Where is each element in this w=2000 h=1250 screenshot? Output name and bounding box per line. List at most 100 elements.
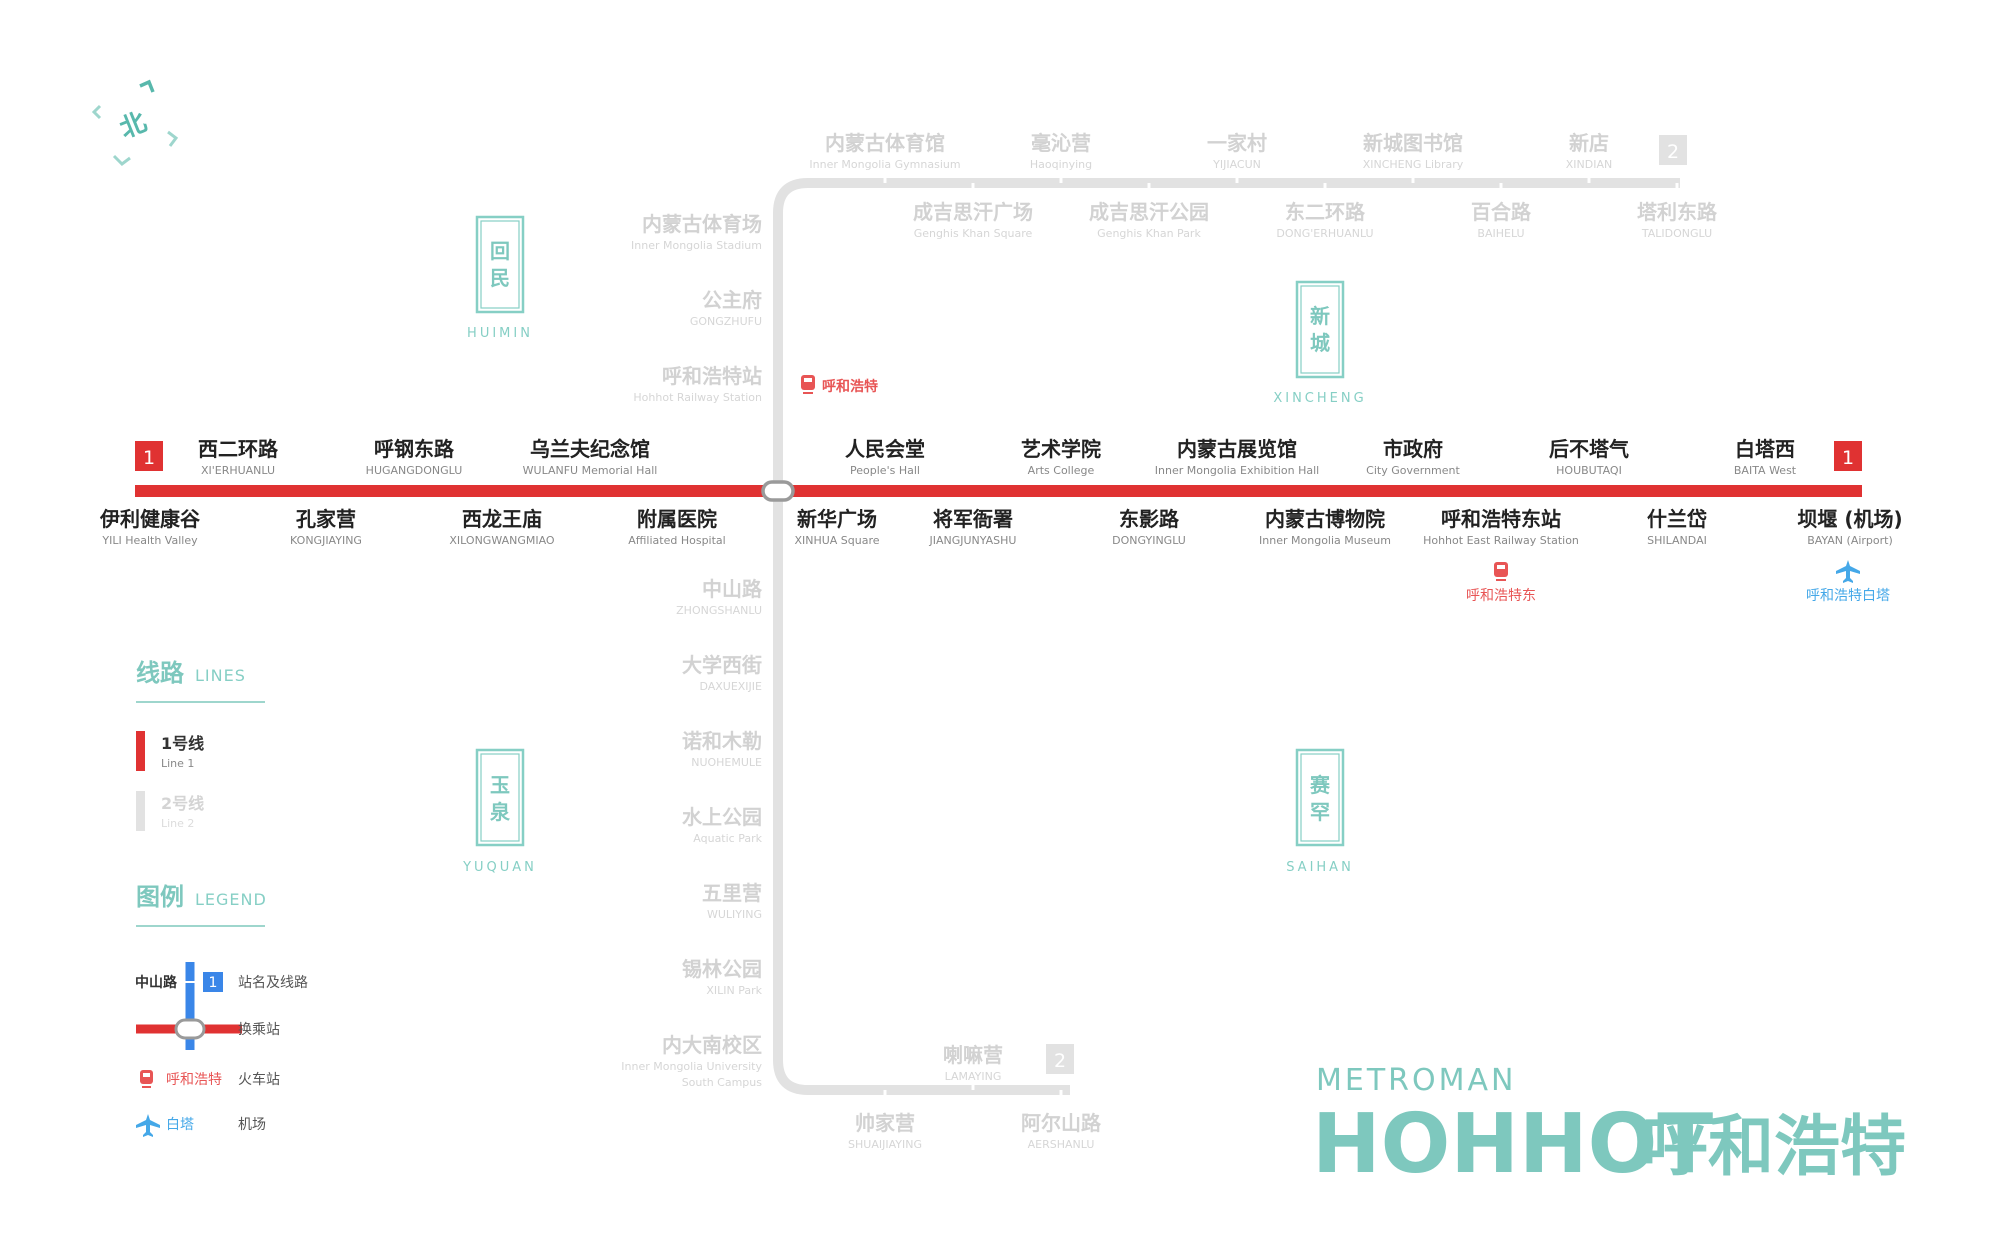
station-name-cn[interactable]: 西二环路 [198,437,279,461]
interchange-station-xinhua[interactable] [761,480,795,502]
station-name-cn[interactable]: 诺和木勒 [682,729,762,753]
district-xincheng: 新 城 XINCHENG [1273,280,1366,406]
station-name-cn[interactable]: 水上公园 [682,805,762,829]
station-name-cn[interactable]: 后不塔气 [1549,437,1629,461]
station-name-en: Inner Mongolia Gymnasium [809,158,960,171]
station-name-cn[interactable]: 百合路 [1471,200,1532,224]
svg-text:HUIMIN: HUIMIN [467,326,533,341]
station-name-en: SHUAIJIAYING [848,1138,922,1151]
station-name-en: XINCHENG Library [1363,158,1464,171]
station-name-cn[interactable]: 锡林公园 [682,957,762,981]
station-name-en: DAXUEXIJIE [699,680,762,693]
railway-hohhot[interactable]: 呼和浩特 [801,375,878,395]
svg-text:Line 1: Line 1 [161,757,194,770]
station-name-en: Affiliated Hospital [628,534,725,547]
station-name-cn[interactable]: 五里营 [702,881,762,905]
station-name-cn[interactable]: 人民会堂 [845,437,925,461]
station-name-cn[interactable]: 呼钢东路 [374,437,455,461]
line-2-vertical-labels: 内蒙古体育场 Inner Mongolia Stadium 公主府 GONGZHUFU… [621,212,763,1089]
legend-interchange-icon [174,1018,206,1040]
station-name-en: LAMAYING [945,1070,1002,1083]
station-name-en: YILI Health Valley [101,534,198,547]
station-name-cn[interactable]: 孔家营 [296,507,356,531]
station-name-en: GONGZHUFU [690,315,762,328]
station-name-cn[interactable]: 西龙王庙 [462,507,542,531]
station-name-en: HOUBUTAQI [1556,464,1622,477]
station-name-cn[interactable]: 东影路 [1119,507,1180,531]
station-name-cn[interactable]: 中山路 [702,577,763,601]
station-name-en: JIANGJUNYASHU [929,534,1017,547]
svg-text:SAIHAN: SAIHAN [1286,860,1354,875]
station-name-cn[interactable]: 附属医院 [637,507,717,531]
svg-text:机场: 机场 [238,1117,266,1133]
svg-text:换乘站: 换乘站 [238,1021,280,1038]
station-name-cn[interactable]: 坝堰 (机场) [1797,507,1902,531]
station-name-en: YIJIACUN [1212,158,1261,171]
legend-line-2-swatch [136,791,145,831]
line-2-badge-north[interactable]: 2 [1659,135,1687,165]
station-name-en: ZHONGSHANLU [676,604,762,617]
compass-tick-icon [91,104,102,120]
station-name-en: DONG'ERHUANLU [1276,227,1373,240]
compass-tick-icon [112,154,131,166]
station-name-cn[interactable]: 帅家营 [855,1111,915,1135]
station-name-cn[interactable]: 伊利健康谷 [99,507,201,531]
svg-text:1: 1 [209,975,218,991]
svg-text:XINCHENG: XINCHENG [1273,391,1366,406]
railway-hohhot-east[interactable]: 呼和浩特东 [1466,562,1536,604]
svg-text:罕: 罕 [1310,800,1330,824]
svg-text:LINES: LINES [195,666,246,685]
line-2-track[interactable] [773,178,1680,1095]
station-name-cn[interactable]: 东二环路 [1285,200,1366,224]
station-name-cn[interactable]: 内蒙古展览馆 [1177,437,1297,461]
station-name-en: South Campus [682,1076,763,1089]
station-name-en: SHILANDAI [1647,534,1707,547]
station-name-cn[interactable]: 喇嘛营 [943,1043,1003,1067]
station-name-en: Hohhot Railway Station [633,391,762,404]
station-name-cn[interactable]: 塔利东路 [1637,200,1718,224]
station-name-cn[interactable]: 新华广场 [797,507,877,531]
train-icon [801,375,815,390]
station-name-cn[interactable]: 内蒙古体育场 [642,212,762,236]
station-name-cn[interactable]: 呼和浩特东站 [1441,507,1561,531]
station-name-cn[interactable]: 艺术学院 [1021,437,1101,461]
station-name-cn[interactable]: 内大南校区 [662,1033,762,1057]
station-name-cn[interactable]: 白塔西 [1735,437,1795,461]
svg-text:1: 1 [143,447,155,469]
legend-lines-section: 线路 LINES 1号线 Line 1 2号线 Line 2 [136,659,265,831]
airport-baita[interactable]: 呼和浩特白塔 [1806,560,1890,604]
station-name-cn[interactable]: 将军衙署 [933,507,1013,531]
district-saihan: 赛 罕 SAIHAN [1286,748,1354,875]
station-name-cn[interactable]: 公主府 [702,288,762,312]
station-name-cn[interactable]: 成吉思汗公园 [1089,200,1209,224]
station-name-cn[interactable]: 乌兰夫纪念馆 [530,437,650,461]
station-name-cn[interactable]: 一家村 [1207,131,1267,155]
station-name-en: City Government [1366,464,1460,477]
district-huimin: 回 民 HUIMIN [467,215,533,341]
station-name-en: Genghis Khan Square [914,227,1033,240]
station-name-cn[interactable]: 阿尔山路 [1021,1111,1102,1135]
station-name-cn[interactable]: 新城图书馆 [1363,131,1463,155]
svg-text:2号线: 2号线 [161,794,204,813]
station-name-cn[interactable]: 市政府 [1383,437,1443,461]
line-1-badge-east[interactable]: 1 [1834,441,1862,471]
station-name-en: NUOHEMULE [691,756,762,769]
line-1-badge-west[interactable]: 1 [135,441,163,471]
station-name-cn[interactable]: 什兰岱 [1647,507,1707,531]
svg-text:火车站: 火车站 [238,1071,280,1088]
svg-text:1: 1 [1842,447,1854,469]
station-name-cn[interactable]: 内蒙古体育馆 [825,131,945,155]
north-compass: 北 [91,79,179,166]
station-name-cn[interactable]: 大学西街 [682,653,762,677]
line-2-badge-south[interactable]: 2 [1046,1044,1074,1074]
station-name-cn[interactable]: 呼和浩特站 [662,364,762,388]
svg-text:呼和浩特: 呼和浩特 [166,1072,222,1088]
station-name-en: Hohhot East Railway Station [1423,534,1579,547]
station-name-cn[interactable]: 成吉思汗广场 [913,200,1033,224]
station-name-en: Arts College [1028,464,1095,477]
station-name-en: BAITA West [1734,464,1797,477]
station-name-en: Haoqinying [1030,158,1092,171]
station-name-cn[interactable]: 新店 [1569,131,1609,155]
station-name-cn[interactable]: 内蒙古博物院 [1265,507,1385,531]
station-name-cn[interactable]: 毫沁营 [1031,131,1091,155]
